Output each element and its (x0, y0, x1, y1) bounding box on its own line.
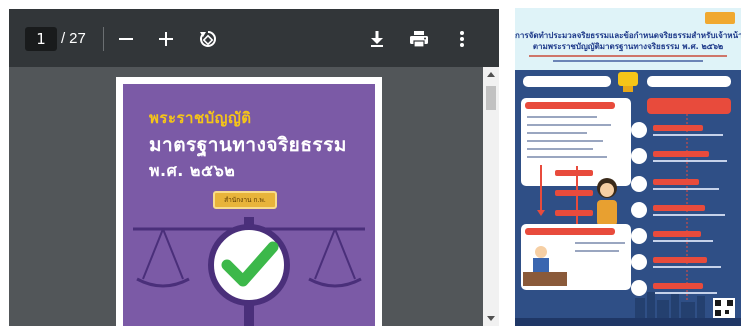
page-number-input[interactable]: 1 (25, 27, 57, 51)
ethics-infographic: การจัดทำประมวลจริยธรรมและข้อกำหนดจริยธรร… (515, 8, 741, 326)
download-button[interactable] (364, 26, 390, 52)
page-separator: / (61, 30, 66, 47)
scroll-down-arrow-icon[interactable] (487, 316, 495, 321)
pdf-toolbar: 1 /27 (9, 9, 499, 67)
more-options-button[interactable] (449, 26, 475, 52)
cover-title-line2: มาตรฐานทางจริยธรรม (149, 134, 347, 156)
scroll-thumb[interactable] (486, 86, 496, 110)
page-count: /27 (61, 27, 86, 51)
cover-title-line3: พ.ศ. ๒๕๖๒ (149, 161, 236, 180)
plus-icon (159, 32, 173, 46)
infographic-subtitle-lines (523, 54, 733, 69)
toolbar-divider (103, 27, 104, 51)
total-pages: 27 (69, 30, 86, 47)
flowchart-graphic (515, 72, 741, 326)
vertical-scrollbar[interactable] (483, 67, 499, 326)
scales-check-illustration (133, 217, 365, 326)
print-button[interactable] (406, 26, 432, 52)
zoom-in-button[interactable] (153, 26, 179, 52)
rotate-icon (200, 31, 217, 47)
download-icon (371, 31, 383, 47)
pdf-viewer: 1 /27 พระราชบัญญัติ มาตรฐานทางจริยธรรม พ… (9, 9, 499, 326)
zoom-out-button[interactable] (113, 26, 139, 52)
screenshot-root: 1 /27 พระราชบัญญัติ มาตรฐานทางจริยธรรม พ… (0, 0, 749, 326)
scroll-up-arrow-icon[interactable] (487, 72, 495, 77)
rotate-button[interactable] (195, 26, 221, 52)
document-cover: พระราชบัญญัติ มาตรฐานทางจริยธรรม พ.ศ. ๒๕… (123, 84, 375, 326)
cover-badge: สำนักงาน ก.พ. (213, 191, 277, 209)
ocsc-logo (705, 12, 735, 24)
minus-icon (119, 38, 133, 40)
cover-title-line1: พระราชบัญญัติ (149, 109, 252, 127)
subtitle-text-graphic (529, 55, 727, 62)
print-icon (410, 31, 428, 48)
more-vert-icon (460, 31, 464, 47)
pdf-page: พระราชบัญญัติ มาตรฐานทางจริยธรรม พ.ศ. ๒๕… (116, 77, 382, 326)
infographic-title-line2: ตามพระราชบัญญัติมาตรฐานทางจริยธรรม พ.ศ. … (532, 42, 724, 51)
infographic-flowchart (515, 70, 741, 326)
